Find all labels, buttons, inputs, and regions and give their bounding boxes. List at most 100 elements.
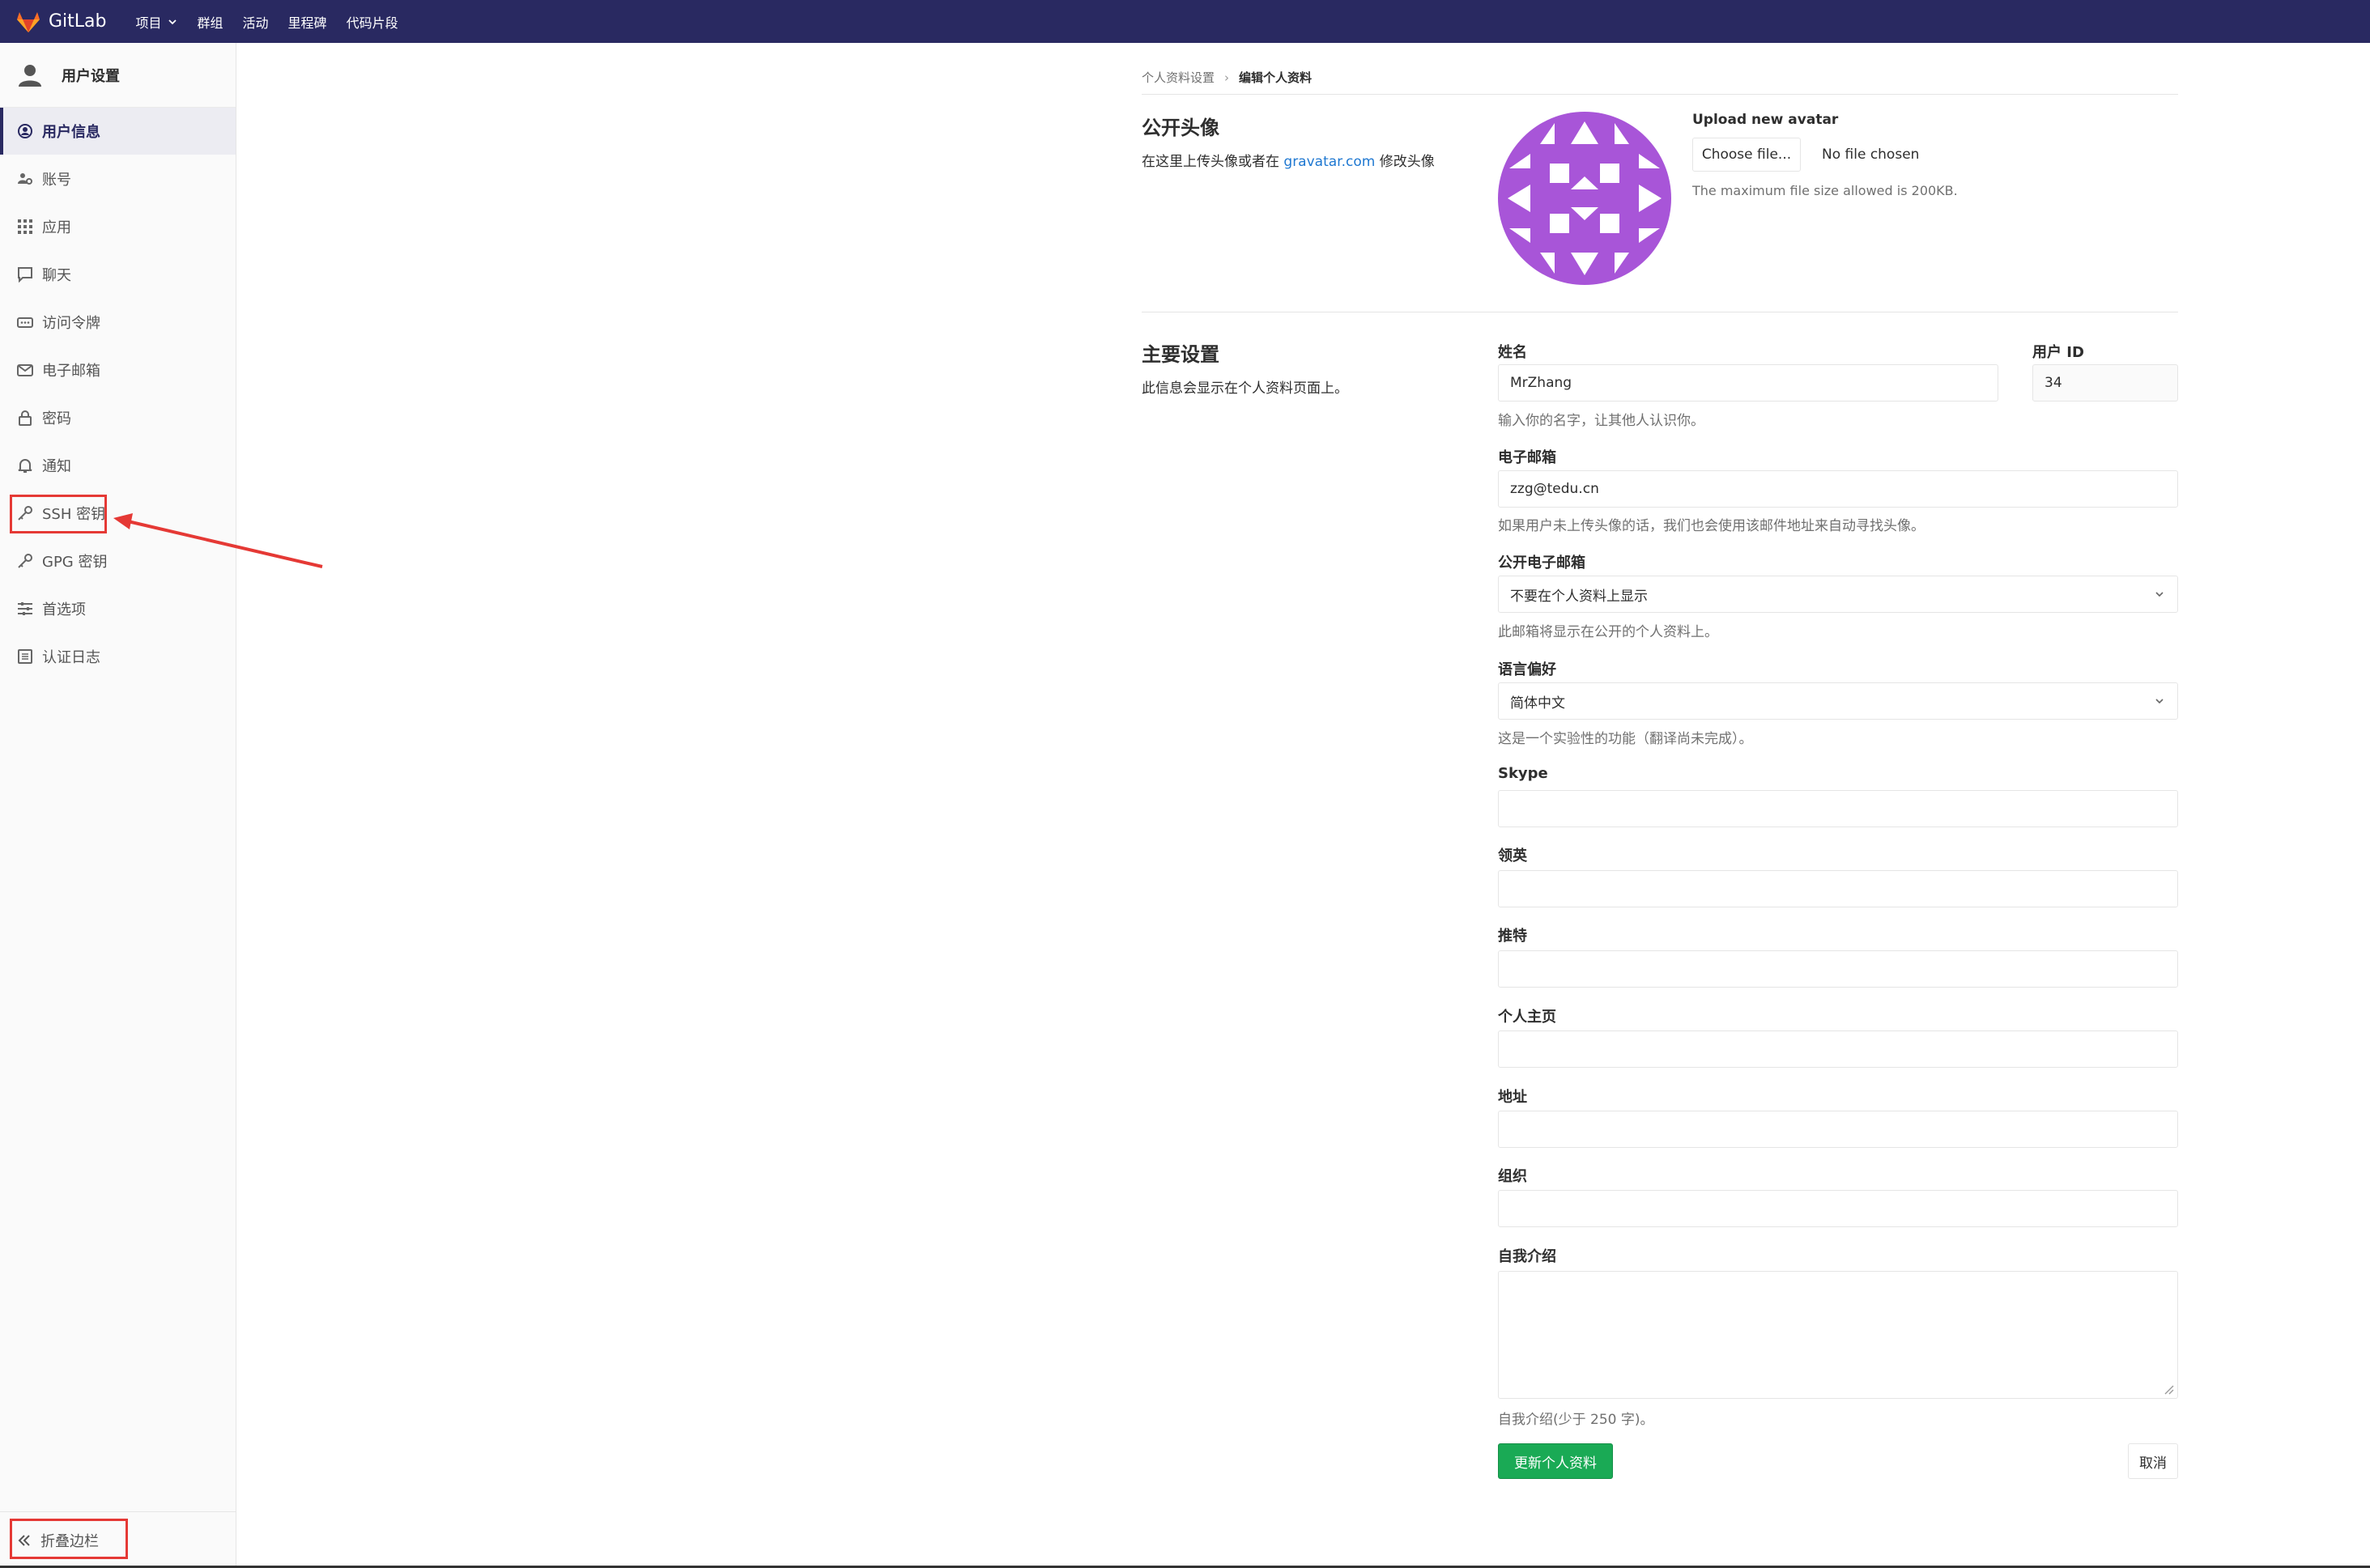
- nav-groups[interactable]: 群组: [198, 12, 223, 32]
- log-icon: [16, 648, 34, 665]
- no-file-text: No file chosen: [1822, 147, 1920, 163]
- linkedin-label: 领英: [1498, 848, 1527, 865]
- email-input[interactable]: zzg@tedu.cn: [1498, 470, 2178, 508]
- linkedin-input[interactable]: [1498, 870, 2178, 907]
- sidebar-item-profile[interactable]: 用户信息: [0, 108, 236, 155]
- avatar-section-intro: 公开头像 在这里上传头像或者在 gravatar.com 修改头像: [1142, 112, 1435, 170]
- highlight-box-collapse: [10, 1519, 128, 1559]
- main-section-desc: 此信息会显示在个人资料页面上。: [1142, 380, 1348, 397]
- main-section-title: 主要设置: [1142, 343, 1219, 366]
- name-label: 姓名: [1498, 344, 1527, 361]
- main-section-intro: 主要设置 此信息会显示在个人资料页面上。: [1142, 338, 1348, 397]
- language-label: 语言偏好: [1498, 661, 1556, 678]
- applications-icon: [16, 218, 34, 236]
- sidebar-title: 用户设置: [62, 67, 120, 85]
- preferences-icon: [16, 600, 34, 618]
- update-profile-button[interactable]: 更新个人资料: [1498, 1443, 1613, 1479]
- organization-label: 组织: [1498, 1168, 1527, 1185]
- public-email-help: 此邮箱将显示在公开的个人资料上。: [1498, 624, 1718, 640]
- sidebar-item-account[interactable]: 账号: [0, 155, 236, 202]
- avatar-image: [1498, 112, 1671, 285]
- public-email-label: 公开电子邮箱: [1498, 555, 1585, 572]
- twitter-input[interactable]: [1498, 950, 2178, 988]
- breadcrumb-parent[interactable]: 个人资料设置: [1142, 69, 1215, 86]
- userid-label: 用户 ID: [2032, 344, 2084, 361]
- language-help: 这是一个实验性的功能（翻译尚未完成）。: [1498, 731, 1753, 747]
- cancel-button[interactable]: 取消: [2128, 1443, 2178, 1479]
- sidebar-item-emails[interactable]: 电子邮箱: [0, 346, 236, 393]
- userid-input: 34: [2032, 364, 2178, 402]
- chevron-right-icon: ›: [1224, 70, 1230, 85]
- annotation-arrow: [113, 513, 323, 568]
- sidebar-item-label: 密码: [42, 410, 71, 427]
- nav-projects-label: 项目: [135, 15, 162, 31]
- sidebar-item-label: 用户信息: [42, 124, 100, 141]
- bio-label: 自我介绍: [1498, 1248, 1556, 1265]
- token-icon: [16, 313, 34, 331]
- sidebar-header[interactable]: 用户设置: [0, 43, 236, 108]
- highlight-box-ssh: [10, 495, 107, 533]
- account-icon: [16, 170, 34, 188]
- avatar-upload: Upload new avatar Choose file... No file…: [1692, 112, 1958, 198]
- choose-file-button[interactable]: Choose file...: [1692, 138, 1801, 172]
- user-avatar-icon: [19, 64, 41, 87]
- resize-handle-icon: [2164, 1385, 2174, 1395]
- gitlab-tanuki-icon: [17, 11, 40, 32]
- settings-sidebar: 用户设置 用户信息 账号 应用 聊天 访问令牌 电子邮箱 密码 通知 SSH 密…: [0, 43, 236, 1568]
- location-input[interactable]: [1498, 1111, 2178, 1148]
- gravatar-link[interactable]: gravatar.com: [1283, 154, 1375, 170]
- profile-icon: [16, 122, 34, 140]
- sidebar-item-label: 通知: [42, 457, 71, 475]
- top-nav: 项目 群组 活动 里程碑 代码片段: [136, 12, 418, 32]
- name-help: 输入你的名字，让其他人认识你。: [1498, 413, 1704, 429]
- location-label: 地址: [1498, 1089, 1527, 1106]
- nav-projects[interactable]: 项目: [136, 12, 178, 32]
- chevron-down-icon: [168, 19, 177, 24]
- bio-textarea[interactable]: [1498, 1271, 2178, 1399]
- sidebar-item-label: 首选项: [42, 601, 86, 618]
- bell-icon: [16, 457, 34, 474]
- avatar-section-title: 公开头像: [1142, 117, 1219, 139]
- nav-activity[interactable]: 活动: [243, 12, 269, 32]
- breadcrumb-current: 编辑个人资料: [1239, 70, 1313, 85]
- language-value: 简体中文: [1510, 695, 1565, 712]
- skype-input[interactable]: [1498, 790, 2178, 827]
- sidebar-item-applications[interactable]: 应用: [0, 202, 236, 250]
- public-email-value: 不要在个人资料上显示: [1510, 588, 1648, 605]
- chevron-down-icon: [2155, 592, 2164, 597]
- sidebar-item-access-tokens[interactable]: 访问令牌: [0, 298, 236, 346]
- mail-icon: [16, 361, 34, 379]
- top-navbar: GitLab 项目 群组 活动 里程碑 代码片段: [0, 0, 2370, 43]
- gitlab-brand: GitLab: [49, 11, 107, 32]
- sidebar-item-label: 访问令牌: [42, 314, 100, 332]
- chat-icon: [16, 266, 34, 283]
- public-email-select[interactable]: 不要在个人资料上显示: [1498, 576, 2178, 613]
- name-input[interactable]: MrZhang: [1498, 364, 1998, 402]
- language-select[interactable]: 简体中文: [1498, 682, 2178, 720]
- breadcrumb: 个人资料设置 › 编辑个人资料: [1142, 61, 2178, 95]
- sidebar-item-preferences[interactable]: 首选项: [0, 584, 236, 632]
- avatar-desc-suffix: 修改头像: [1379, 154, 1435, 170]
- max-size-hint: The maximum file size allowed is 200KB.: [1692, 183, 1958, 198]
- website-label: 个人主页: [1498, 1009, 1556, 1026]
- sidebar-item-notifications[interactable]: 通知: [0, 441, 236, 489]
- gitlab-logo[interactable]: GitLab: [16, 11, 107, 33]
- sidebar-item-auth-log[interactable]: 认证日志: [0, 632, 236, 680]
- sidebar-item-label: 聊天: [42, 266, 71, 284]
- twitter-label: 推特: [1498, 928, 1527, 945]
- organization-input[interactable]: [1498, 1190, 2178, 1227]
- sidebar-item-chat[interactable]: 聊天: [0, 250, 236, 298]
- nav-milestones[interactable]: 里程碑: [288, 12, 327, 32]
- upload-label: Upload new avatar: [1692, 112, 1839, 128]
- sidebar-item-password[interactable]: 密码: [0, 393, 236, 441]
- lock-icon: [16, 409, 34, 427]
- website-input[interactable]: [1498, 1030, 2178, 1068]
- avatar-section-desc: 在这里上传头像或者在 gravatar.com 修改头像: [1142, 150, 1435, 170]
- avatar-desc-prefix: 在这里上传头像或者在: [1142, 154, 1279, 170]
- sidebar-item-label: 电子邮箱: [42, 362, 100, 380]
- email-help: 如果用户未上传头像的话，我们也会使用该邮件地址来自动寻找头像。: [1498, 518, 1925, 534]
- sidebar-item-label: 应用: [42, 219, 71, 236]
- key-icon: [16, 552, 34, 570]
- nav-snippets[interactable]: 代码片段: [347, 12, 398, 32]
- sidebar-item-label: 认证日志: [42, 648, 100, 666]
